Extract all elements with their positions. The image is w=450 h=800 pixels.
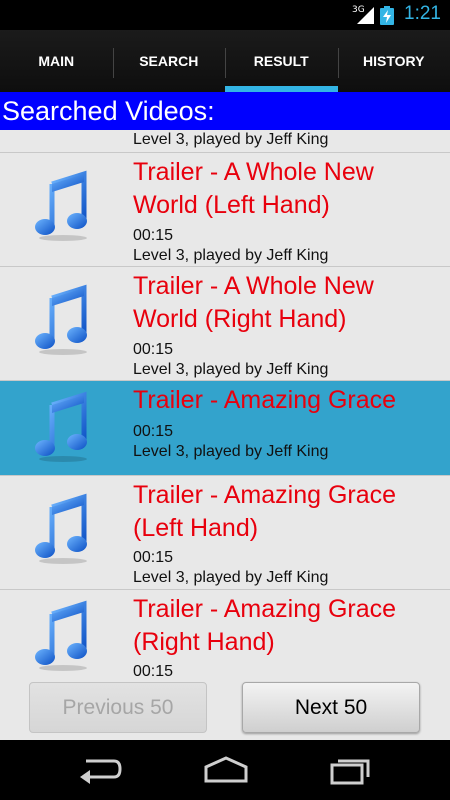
video-title: Trailer - Amazing Grace (Right Hand) — [133, 595, 397, 656]
next-50-button[interactable]: Next 50 — [242, 682, 420, 733]
level-text: Level 3, played by Jeff King — [133, 361, 329, 378]
tab-label: HISTORY — [363, 53, 425, 69]
music-note-icon — [35, 170, 87, 241]
list-item[interactable]: Trailer - Amazing Grace (Left Hand) 00:1… — [0, 476, 450, 590]
clock: 1:21 — [404, 3, 441, 24]
page-title: Searched Videos: — [0, 92, 450, 130]
level-text: Level 3, played by Jeff King — [133, 443, 329, 460]
music-note-icon — [35, 284, 87, 355]
tab-search[interactable]: SEARCH — [112, 30, 226, 92]
tab-result[interactable]: RESULT — [225, 30, 338, 92]
video-duration: 00:15 — [133, 341, 174, 358]
music-note-icon — [35, 493, 87, 564]
list-item[interactable]: Level 3, played by Jeff King — [0, 130, 450, 153]
tab-history[interactable]: HISTORY — [337, 30, 450, 92]
tab-label: SEARCH — [139, 53, 199, 69]
paging-bar: Previous 50 Next 50 — [0, 680, 450, 740]
video-duration: 00:15 — [133, 227, 174, 244]
back-icon[interactable] — [78, 755, 122, 785]
battery-charging-icon — [380, 6, 394, 25]
level-text: Level 3, played by Jeff King — [133, 569, 329, 586]
video-title: Trailer - A Whole New World (Left Hand) — [133, 158, 374, 219]
video-title: Trailer - Amazing Grace (Left Hand) — [133, 481, 397, 542]
level-text: Level 3, played by Jeff King — [133, 247, 329, 264]
video-title: Trailer - A Whole New World (Right Hand) — [133, 272, 374, 333]
home-icon[interactable] — [202, 755, 250, 785]
video-duration: 00:15 — [133, 549, 174, 566]
list-item[interactable]: Trailer - Amazing Grace 00:15 Level 3, p… — [0, 381, 450, 476]
list-item[interactable]: Trailer - A Whole New World (Left Hand) … — [0, 153, 450, 267]
signal-icon — [357, 7, 374, 24]
tab-main[interactable]: MAIN — [0, 30, 113, 92]
list-item[interactable]: Trailer - Amazing Grace (Right Hand) 00:… — [0, 590, 450, 680]
music-note-icon — [35, 391, 87, 462]
video-duration: 00:15 — [133, 663, 174, 680]
music-note-icon — [35, 600, 87, 671]
list-item[interactable]: Trailer - A Whole New World (Right Hand)… — [0, 267, 450, 381]
tab-label: RESULT — [253, 53, 309, 69]
video-duration: 00:15 — [133, 423, 174, 440]
previous-50-button[interactable]: Previous 50 — [29, 682, 207, 733]
recent-apps-icon[interactable] — [328, 755, 372, 785]
tab-bar: MAIN SEARCH RESULT HISTORY — [0, 30, 450, 92]
video-title: Trailer - Amazing Grace — [133, 386, 397, 414]
status-bar: 3G 1:21 — [0, 0, 450, 30]
tab-label: MAIN — [38, 53, 75, 69]
video-list[interactable]: Level 3, played by Jeff King Trailer - A… — [0, 130, 450, 680]
navigation-bar — [0, 740, 450, 800]
level-text: Level 3, played by Jeff King — [133, 131, 329, 148]
